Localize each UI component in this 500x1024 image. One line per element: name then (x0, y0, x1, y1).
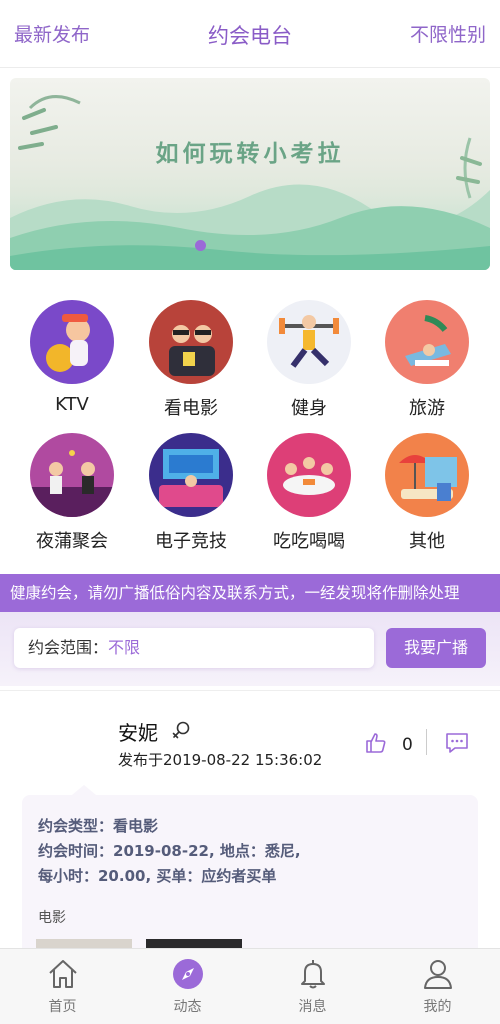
ktv-icon (30, 300, 114, 384)
tab-profile[interactable]: 我的 (375, 957, 500, 1016)
date-type: 约会类型：看电影 (38, 817, 159, 835)
category-fitness[interactable]: 健身 (250, 300, 368, 420)
category-travel[interactable]: 旅游 (368, 300, 486, 420)
hourly-rate-payment: 每小时：20.00, 买单：应约者买单 (38, 867, 277, 885)
category-ktv[interactable]: KTV (13, 300, 131, 415)
tab-label: 动态 (173, 999, 202, 1015)
dining-icon (267, 433, 351, 517)
post-tag: 电影 (38, 910, 66, 926)
tab-messages[interactable]: 消息 (250, 957, 375, 1016)
date-range-selector[interactable]: 约会范围：不限 (14, 628, 374, 668)
like-count: 0 (402, 735, 413, 755)
broadcast-button[interactable]: 我要广播 (386, 628, 486, 668)
comment-icon[interactable] (444, 731, 470, 755)
banner-title: 如何玩转小考拉 (155, 140, 345, 167)
filter-bar: 约会范围：不限 我要广播 (0, 612, 500, 686)
home-icon (48, 960, 77, 988)
notice-banner: 健康约会，请勿广播低俗内容及联系方式，一经发现将作删除处理 (0, 574, 500, 612)
like-icon[interactable] (364, 731, 388, 755)
user-icon (423, 960, 452, 989)
tab-label: 首页 (48, 999, 77, 1015)
category-label: 旅游 (409, 398, 445, 419)
category-label: 夜蒲聚会 (36, 531, 108, 552)
post-card: 安妮 发布于2019-08-22 15:36:02 0 约会类型：看电影 约会时… (0, 690, 500, 969)
promo-banner[interactable]: 如何玩转小考拉 (10, 78, 490, 270)
post-content[interactable]: 约会类型：看电影 约会时间：2019-08-22, 地点：悉尼, 每小时：20.… (22, 785, 478, 969)
top-bar: 最新发布 约会电台 不限性别 (0, 0, 500, 68)
tab-label: 消息 (298, 999, 327, 1015)
date-time-location: 约会时间：2019-08-22, 地点：悉尼, (38, 842, 301, 860)
category-label: 健身 (291, 398, 327, 419)
category-dining[interactable]: 吃吃喝喝 (250, 433, 368, 553)
bell-icon (300, 960, 325, 989)
category-label: 其他 (409, 531, 445, 552)
range-value: 不限 (108, 638, 141, 657)
movie-icon (149, 300, 233, 384)
tab-home[interactable]: 首页 (0, 957, 125, 1016)
fitness-icon (267, 300, 351, 384)
party-icon (30, 433, 114, 517)
tab-moments[interactable]: 动态 (125, 957, 250, 1016)
category-other[interactable]: 其他 (368, 433, 486, 553)
esports-icon (149, 433, 233, 517)
category-label: 吃吃喝喝 (273, 531, 345, 552)
bubble-pointer (72, 785, 96, 795)
female-gender-icon (172, 721, 190, 739)
banner-landscape-art (10, 95, 490, 270)
category-grid: KTV 看电影 健身 旅游 夜蒲聚会 电子竞技 吃吃喝喝 其他 (0, 290, 500, 560)
category-esports[interactable]: 电子竞技 (132, 433, 250, 553)
category-label: 电子竞技 (155, 531, 227, 552)
gender-filter[interactable]: 不限性别 (410, 20, 486, 47)
category-label: 看电影 (164, 398, 218, 419)
category-movie[interactable]: 看电影 (132, 300, 250, 420)
category-label: KTV (55, 394, 89, 415)
tab-label: 我的 (423, 999, 452, 1015)
divider (426, 729, 427, 755)
category-party[interactable]: 夜蒲聚会 (13, 433, 131, 553)
carousel-indicator[interactable] (195, 240, 206, 251)
post-timestamp: 发布于2019-08-22 15:36:02 (118, 751, 323, 769)
post-author-name[interactable]: 安妮 (118, 717, 158, 746)
other-icon (385, 433, 469, 517)
travel-icon (385, 300, 469, 384)
range-label: 约会范围： (28, 638, 109, 657)
compass-icon (172, 959, 203, 989)
bottom-tab-bar: 首页 动态 消息 我的 (0, 948, 500, 1024)
